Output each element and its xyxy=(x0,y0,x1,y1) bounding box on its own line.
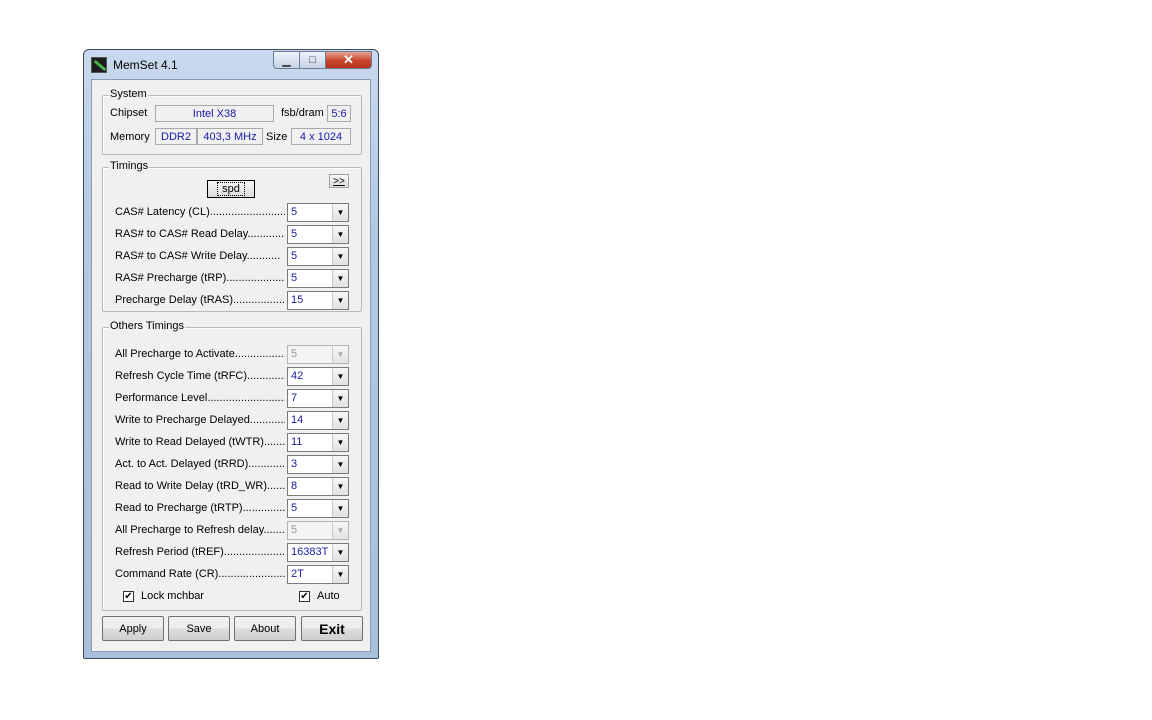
others-timings-group-label: Others Timings xyxy=(109,320,185,332)
spd-button-label: spd xyxy=(217,182,245,196)
timing-label: CAS# Latency (CL).......................… xyxy=(115,206,285,218)
timing-dropdown: 5 ▼ xyxy=(287,521,349,540)
timing-value: 5 xyxy=(291,524,298,536)
timing-value: 5 xyxy=(291,250,298,262)
timing-dropdown[interactable]: 16383T ▼ xyxy=(287,543,349,562)
timing-label: Read to Precharge (tRTP)............... xyxy=(115,502,285,514)
caption-buttons: ▁ □ ✕ xyxy=(273,51,372,70)
spd-button[interactable]: spd xyxy=(207,180,255,198)
system-group-label: System xyxy=(109,88,148,100)
system-group: System Chipset Intel X38 fsb/dram 5:6 Me… xyxy=(102,88,362,155)
client-area: System Chipset Intel X38 fsb/dram 5:6 Me… xyxy=(91,79,371,652)
timing-label: RAS# to CAS# Read Delay............ xyxy=(115,228,285,240)
dropdown-arrow-icon[interactable]: ▼ xyxy=(332,478,348,495)
timing-label: All Precharge to Refresh delay........ xyxy=(115,524,285,536)
timing-value: 16383T xyxy=(291,546,329,558)
dropdown-arrow-icon: ▼ xyxy=(332,346,348,363)
dropdown-arrow-icon[interactable]: ▼ xyxy=(332,292,348,309)
timing-dropdown[interactable]: 5 ▼ xyxy=(287,499,349,518)
timing-label: Precharge Delay (tRAS).................. xyxy=(115,294,285,306)
minimize-button[interactable]: ▁ xyxy=(273,51,300,69)
timing-value: 42 xyxy=(291,370,304,382)
timing-label: All Precharge to Activate...............… xyxy=(115,348,285,360)
timing-dropdown[interactable]: 3 ▼ xyxy=(287,455,349,474)
dropdown-arrow-icon[interactable]: ▼ xyxy=(332,500,348,517)
dropdown-arrow-icon[interactable]: ▼ xyxy=(332,226,348,243)
lock-mchbar-label: Lock mchbar xyxy=(141,590,204,602)
timing-dropdown[interactable]: 11 ▼ xyxy=(287,433,349,452)
timing-label: Performance Level.......................… xyxy=(115,392,285,404)
timings-group-label: Timings xyxy=(109,160,150,172)
close-button[interactable]: ✕ xyxy=(326,51,372,69)
timing-label: Act. to Act. Delayed (tRRD)............. xyxy=(115,458,285,470)
size-label: Size xyxy=(266,131,288,143)
memory-frequency-value: 403,3 MHz xyxy=(197,128,263,145)
timing-dropdown: 5 ▼ xyxy=(287,345,349,364)
timing-dropdown[interactable]: 8 ▼ xyxy=(287,477,349,496)
others-timings-group: Others Timings All Precharge to Activate… xyxy=(102,320,362,611)
timing-label: Refresh Period (tREF)...................… xyxy=(115,546,285,558)
timing-dropdown[interactable]: 14 ▼ xyxy=(287,411,349,430)
timing-dropdown[interactable]: 42 ▼ xyxy=(287,367,349,386)
dropdown-arrow-icon[interactable]: ▼ xyxy=(332,248,348,265)
dropdown-arrow-icon[interactable]: ▼ xyxy=(332,412,348,429)
timing-dropdown[interactable]: 5 ▼ xyxy=(287,203,349,222)
timing-dropdown[interactable]: 5 ▼ xyxy=(287,225,349,244)
timing-value: 5 xyxy=(291,206,298,218)
dropdown-arrow-icon: ▼ xyxy=(332,522,348,539)
timing-dropdown[interactable]: 15 ▼ xyxy=(287,291,349,310)
memory-type-value: DDR2 xyxy=(155,128,197,145)
memory-size-value: 4 x 1024 xyxy=(291,128,351,145)
exit-button[interactable]: Exit xyxy=(301,616,363,641)
memory-label: Memory xyxy=(110,131,150,143)
timing-dropdown[interactable]: 5 ▼ xyxy=(287,247,349,266)
timing-label: Read to Write Delay (tRD_WR)....... xyxy=(115,480,285,492)
timing-value: 3 xyxy=(291,458,298,470)
auto-checkbox[interactable]: ✔ xyxy=(299,591,310,602)
timing-value: 15 xyxy=(291,294,304,306)
timing-label: RAS# to CAS# Write Delay........... xyxy=(115,250,281,262)
timing-dropdown[interactable]: 5 ▼ xyxy=(287,269,349,288)
dropdown-arrow-icon[interactable]: ▼ xyxy=(332,368,348,385)
maximize-button[interactable]: □ xyxy=(300,51,326,69)
chipset-label: Chipset xyxy=(110,107,148,119)
timing-dropdown[interactable]: 7 ▼ xyxy=(287,389,349,408)
timing-value: 5 xyxy=(291,348,298,360)
timing-label: Write to Precharge Delayed............. xyxy=(115,414,285,426)
save-button[interactable]: Save xyxy=(168,616,230,641)
timing-value: 5 xyxy=(291,228,298,240)
timing-dropdown[interactable]: 2T ▼ xyxy=(287,565,349,584)
timing-label: Refresh Cycle Time (tRFC).............. xyxy=(115,370,285,382)
timing-value: 14 xyxy=(291,414,304,426)
timing-value: 7 xyxy=(291,392,298,404)
timings-group: Timings spd >> CAS# Latency (CL)........… xyxy=(102,160,362,312)
chipset-value: Intel X38 xyxy=(155,105,274,122)
dropdown-arrow-icon[interactable]: ▼ xyxy=(332,566,348,583)
apply-button[interactable]: Apply xyxy=(102,616,164,641)
dropdown-arrow-icon[interactable]: ▼ xyxy=(332,544,348,561)
timing-label: Command Rate (CR).......................… xyxy=(115,568,285,580)
auto-label: Auto xyxy=(317,590,340,602)
fsb-dram-value: 5:6 xyxy=(327,105,351,122)
timing-label: Write to Read Delayed (tWTR)......... xyxy=(115,436,285,448)
dropdown-arrow-icon[interactable]: ▼ xyxy=(332,456,348,473)
timing-value: 11 xyxy=(291,436,303,448)
timing-value: 5 xyxy=(291,502,298,514)
title-bar[interactable]: MemSet 4.1 ▁ □ ✕ xyxy=(84,50,378,78)
timing-label: RAS# Precharge (tRP).................... xyxy=(115,272,285,284)
timing-value: 8 xyxy=(291,480,298,492)
window-title: MemSet 4.1 xyxy=(113,58,178,72)
memory-module-icon xyxy=(91,57,107,73)
timing-value: 5 xyxy=(291,272,298,284)
memset-window: MemSet 4.1 ▁ □ ✕ System Chipset Intel X3… xyxy=(83,49,379,659)
expand-timings-button[interactable]: >> xyxy=(329,174,349,188)
timing-value: 2T xyxy=(291,568,304,580)
dropdown-arrow-icon[interactable]: ▼ xyxy=(332,434,348,451)
dropdown-arrow-icon[interactable]: ▼ xyxy=(332,270,348,287)
about-button[interactable]: About xyxy=(234,616,296,641)
dropdown-arrow-icon[interactable]: ▼ xyxy=(332,204,348,221)
fsb-dram-label: fsb/dram xyxy=(281,107,324,119)
dropdown-arrow-icon[interactable]: ▼ xyxy=(332,390,348,407)
lock-mchbar-checkbox[interactable]: ✔ xyxy=(123,591,134,602)
